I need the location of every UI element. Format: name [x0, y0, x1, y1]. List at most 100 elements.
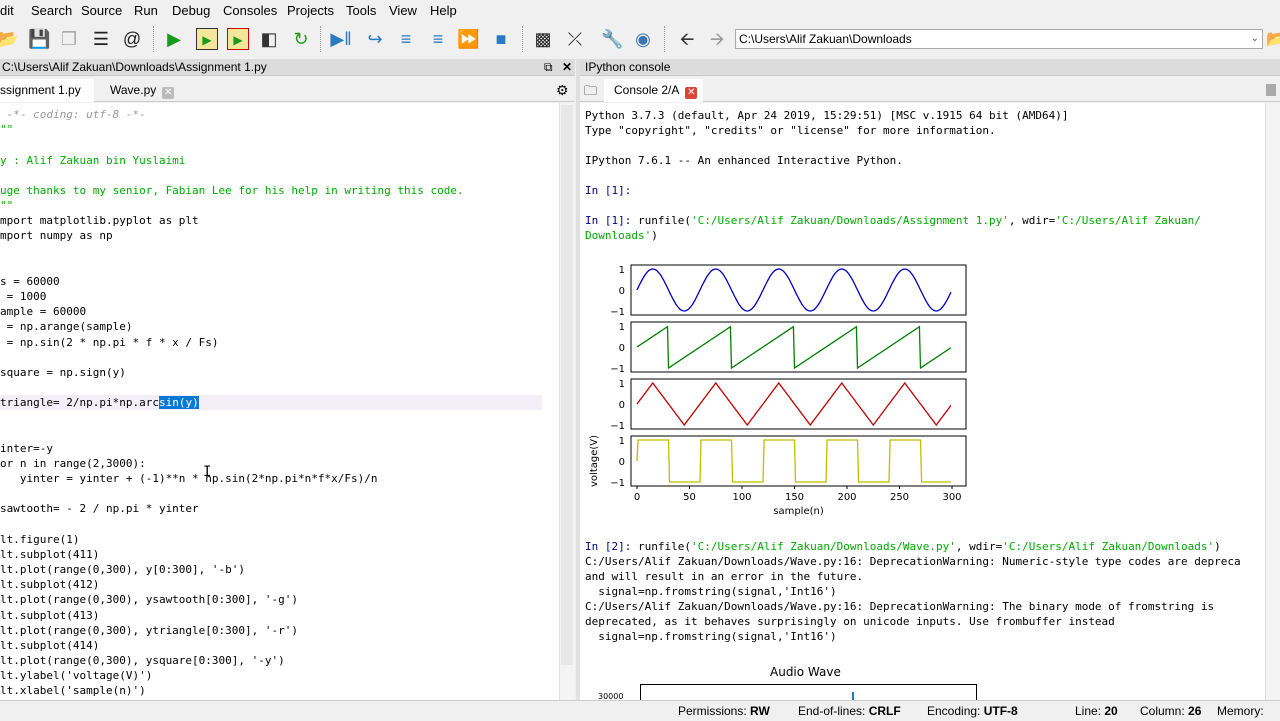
ytick-label: 1: [619, 436, 625, 447]
run-icon[interactable]: ▶: [163, 28, 185, 50]
ytick-label: −1: [610, 478, 625, 489]
browse-folder-icon[interactable]: 📂: [1266, 29, 1280, 49]
step-into-icon[interactable]: ≡: [395, 28, 417, 50]
text-cursor-icon: I: [203, 464, 212, 480]
audio-wave-axes: [640, 684, 977, 700]
code-line: mport numpy as np: [0, 229, 113, 243]
code-line: lt.plot(range(0,300), y[0:300], '-b'): [0, 563, 246, 577]
menu-edit[interactable]: dit: [0, 3, 14, 18]
rerun-icon[interactable]: ↻: [290, 28, 312, 50]
console-pane-header: IPython console: [580, 59, 1280, 76]
y-axis-label: voltage(V): [589, 435, 600, 487]
menu-help[interactable]: Help: [430, 3, 457, 18]
ytick-label: 0: [619, 343, 625, 354]
ytick-label: 1: [619, 379, 625, 390]
xtick-label: 0: [634, 492, 640, 503]
code-line: sawtooth= - 2 / np.pi * yinter: [0, 502, 199, 516]
menu-source[interactable]: Source: [81, 3, 122, 18]
maximize-pane-icon[interactable]: ▩: [532, 28, 554, 50]
preferences-wrench-icon[interactable]: 🔧: [601, 28, 623, 50]
run-cell-advance-icon[interactable]: ▶: [227, 28, 249, 50]
menu-bar: dit Search Source Run Debug Consoles Pro…: [0, 0, 1280, 21]
code-editor[interactable]: -*- coding: utf-8 -*- "" y : Alif Zakuan b…: [0, 103, 560, 700]
xtick-label: 150: [785, 492, 804, 503]
close-pane-icon[interactable]: ✕: [562, 59, 572, 76]
console-pane-title: IPython console: [585, 60, 671, 74]
editor-pane-header: C:\Users\Alif Zakuan\Downloads\Assignmen…: [0, 59, 575, 76]
console-warning-line: signal=np.fromstring(signal,'Int16'): [585, 630, 837, 643]
console-warning-line: signal=np.fromstring(signal,'Int16'): [585, 585, 837, 598]
code-line: y : Alif Zakuan bin Yuslaimi: [0, 153, 186, 167]
save-all-icon[interactable]: ❐: [58, 28, 80, 50]
code-line: mport matplotlib.pyplot as plt: [0, 214, 199, 228]
current-code-line: triangle= 2/np.pi*np.arcsin(y): [0, 395, 542, 411]
stop-debug-icon[interactable]: ■: [490, 28, 512, 50]
menu-consoles[interactable]: Consoles: [223, 3, 277, 18]
code-line: yinter = yinter + (-1)**n * np.sin(2*np.…: [0, 472, 378, 486]
console-warning-line: C:/Users/Alif Zakuan/Downloads/Wave.py:1…: [585, 555, 1241, 568]
ytick-label: −1: [610, 307, 625, 318]
code-line: lt.subplot(412): [0, 578, 100, 592]
debug-icon[interactable]: ▶‖: [330, 28, 352, 50]
menu-run[interactable]: Run: [134, 3, 158, 18]
editor-file-path: C:\Users\Alif Zakuan\Downloads\Assignmen…: [2, 60, 267, 74]
at-icon[interactable]: @: [121, 28, 143, 50]
console-scrollbar[interactable]: [1265, 103, 1280, 700]
gear-icon[interactable]: ⚙: [556, 82, 569, 99]
ytick-label: 0: [619, 400, 625, 411]
undock-icon[interactable]: ⧉: [544, 59, 553, 76]
tab-assignment-1[interactable]: ssignment 1.py✕: [0, 79, 94, 122]
python-path-icon[interactable]: ◉: [632, 28, 654, 50]
tab-wave[interactable]: Wave.py ✕: [104, 79, 180, 102]
close-tab-icon[interactable]: ✕: [162, 87, 175, 99]
selected-text: sin(y): [158, 396, 199, 410]
new-console-folder-icon[interactable]: 🗀: [584, 82, 597, 104]
status-line: Line: 20: [1075, 704, 1118, 718]
code-text: triangle= 2/np.pi*np.arc: [0, 396, 159, 410]
menu-projects[interactable]: Projects: [287, 3, 334, 18]
audio-wave-signal: [852, 692, 854, 700]
console-line: Python 3.7.3 (default, Apr 24 2019, 15:2…: [585, 109, 1069, 122]
list-icon[interactable]: ☰: [90, 28, 112, 50]
code-line: uge thanks to my senior, Fabian Lee for …: [0, 183, 464, 197]
code-line: lt.subplot(411): [0, 547, 100, 561]
continue-icon[interactable]: ⏩: [457, 28, 479, 50]
audio-ytick: 30000: [598, 692, 624, 700]
subplot-axes-sine: [630, 264, 967, 316]
code-line: ample = 60000: [0, 305, 87, 319]
chevron-down-icon[interactable]: ⌄: [1251, 30, 1259, 48]
open-file-icon[interactable]: 📂: [0, 28, 18, 50]
status-eol: End-of-lines: CRLF: [798, 704, 901, 718]
editor-scrollbar-thumb[interactable]: [561, 105, 573, 665]
save-icon[interactable]: 💾: [28, 28, 50, 50]
close-tab-icon[interactable]: ✕: [685, 87, 698, 99]
menu-debug[interactable]: Debug: [172, 3, 210, 18]
ipython-console[interactable]: Python 3.7.3 (default, Apr 24 2019, 15:2…: [580, 103, 1265, 700]
back-arrow-icon[interactable]: 🡨: [676, 28, 698, 50]
audio-wave-title: Audio Wave: [770, 665, 841, 679]
code-line: lt.subplot(414): [0, 638, 100, 652]
options-menu-icon[interactable]: [1266, 84, 1276, 96]
run-cell-icon[interactable]: ▶: [196, 28, 218, 50]
fullscreen-icon[interactable]: ⤫: [564, 28, 586, 50]
ytick-label: −1: [610, 421, 625, 432]
menu-tools[interactable]: Tools: [346, 3, 376, 18]
console-line: IPython 7.6.1 -- An enhanced Interactive…: [585, 154, 903, 167]
code-line: s = 60000: [0, 274, 60, 288]
code-line: lt.ylabel('voltage(V)'): [0, 669, 153, 683]
working-directory-select[interactable]: C:\Users\Alif Zakuan\Downloads ⌄: [735, 29, 1263, 49]
console-line: In [1]:: [585, 184, 632, 197]
xtick-label: 250: [890, 492, 909, 503]
console-tab-bar: 🗀 Console 2/A ✕: [580, 79, 1280, 102]
code-line: or n in range(2,3000):: [0, 456, 146, 470]
code-line: lt.plot(range(0,300), ysquare[0:300], '-…: [0, 654, 285, 668]
ytick-label: 0: [619, 286, 625, 297]
step-return-icon[interactable]: ≡: [427, 28, 449, 50]
menu-view[interactable]: View: [389, 3, 417, 18]
tab-console-2a[interactable]: Console 2/A ✕: [604, 79, 704, 102]
menu-search[interactable]: Search: [31, 3, 72, 18]
ytick-label: 1: [619, 265, 625, 276]
forward-arrow-icon[interactable]: 🡪: [706, 28, 728, 50]
step-icon[interactable]: ↪: [364, 28, 386, 50]
run-selection-icon[interactable]: ◧: [258, 28, 280, 50]
